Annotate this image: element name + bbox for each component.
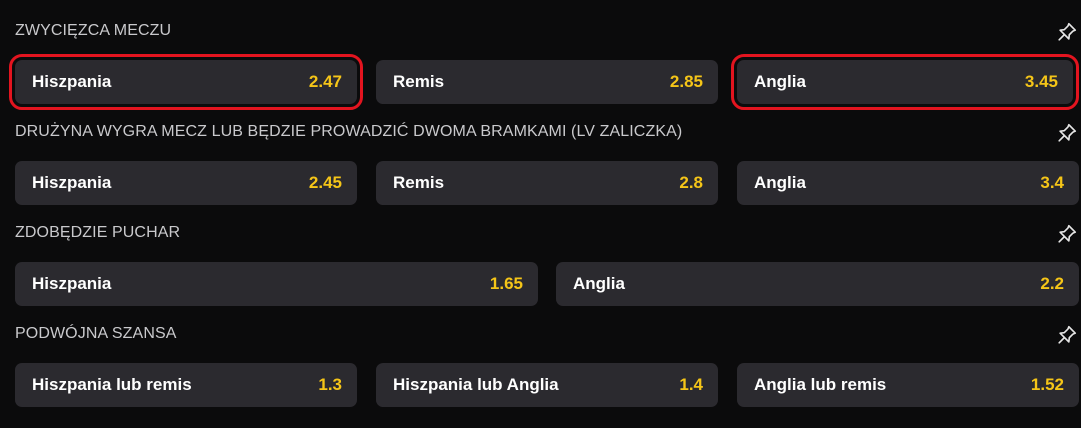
odd-name: Anglia bbox=[754, 72, 806, 91]
odd-button-hiszpania-lub-remis[interactable]: Hiszpania lub remis 1.3 bbox=[15, 363, 357, 407]
odd-name: Remis bbox=[393, 72, 445, 91]
odd-name: Anglia bbox=[754, 173, 806, 192]
odd-value: 2.85 bbox=[669, 72, 703, 91]
odd-name: Hiszpania lub remis bbox=[32, 375, 192, 394]
odd-name: Remis bbox=[393, 173, 445, 192]
odd-button-anglia[interactable]: Anglia 3.4 bbox=[737, 161, 1079, 205]
odd-name: Hiszpania lub Anglia bbox=[393, 375, 559, 394]
odd-value: 1.3 bbox=[318, 375, 342, 394]
odd-button-hiszpania[interactable]: Hiszpania 2.45 bbox=[15, 161, 357, 205]
market-title: DRUŻYNA WYGRA MECZ LUB BĘDZIE PROWADZIĆ … bbox=[15, 123, 683, 140]
market-title: ZWYCIĘZCA MECZU bbox=[15, 22, 172, 39]
odd-name: Hiszpania bbox=[32, 173, 112, 192]
odd-button-hiszpania[interactable]: Hiszpania 1.65 bbox=[15, 262, 538, 306]
pin-icon[interactable] bbox=[1056, 21, 1078, 43]
odd-value: 1.4 bbox=[679, 375, 703, 394]
odd-button-hiszpania-lub-anglia[interactable]: Hiszpania lub Anglia 1.4 bbox=[376, 363, 718, 407]
odd-value: 2.45 bbox=[308, 173, 342, 192]
odd-value: 2.8 bbox=[679, 173, 703, 192]
market-title: PODWÓJNA SZANSA bbox=[15, 325, 177, 342]
odd-button-anglia-lub-remis[interactable]: Anglia lub remis 1.52 bbox=[737, 363, 1079, 407]
odd-value: 2.2 bbox=[1040, 274, 1064, 293]
pin-icon[interactable] bbox=[1056, 122, 1078, 144]
odd-name: Hiszpania bbox=[32, 274, 112, 293]
odd-value: 3.4 bbox=[1040, 173, 1064, 192]
odd-button-remis[interactable]: Remis 2.8 bbox=[376, 161, 718, 205]
odd-button-remis[interactable]: Remis 2.85 bbox=[376, 60, 718, 104]
odd-name: Anglia bbox=[573, 274, 625, 293]
odd-name: Hiszpania bbox=[32, 72, 112, 91]
odd-value: 3.45 bbox=[1024, 72, 1058, 91]
pin-icon[interactable] bbox=[1056, 324, 1078, 346]
odd-value: 1.52 bbox=[1030, 375, 1064, 394]
pin-icon[interactable] bbox=[1056, 223, 1078, 245]
market-title: ZDOBĘDZIE PUCHAR bbox=[15, 224, 181, 241]
odd-button-anglia[interactable]: Anglia 3.45 bbox=[731, 54, 1079, 110]
odd-name: Anglia lub remis bbox=[754, 375, 887, 394]
odd-button-anglia[interactable]: Anglia 2.2 bbox=[556, 262, 1079, 306]
odd-value: 2.47 bbox=[308, 72, 342, 91]
odd-button-hiszpania[interactable]: Hiszpania 2.47 bbox=[9, 54, 363, 110]
odd-value: 1.65 bbox=[489, 274, 523, 293]
